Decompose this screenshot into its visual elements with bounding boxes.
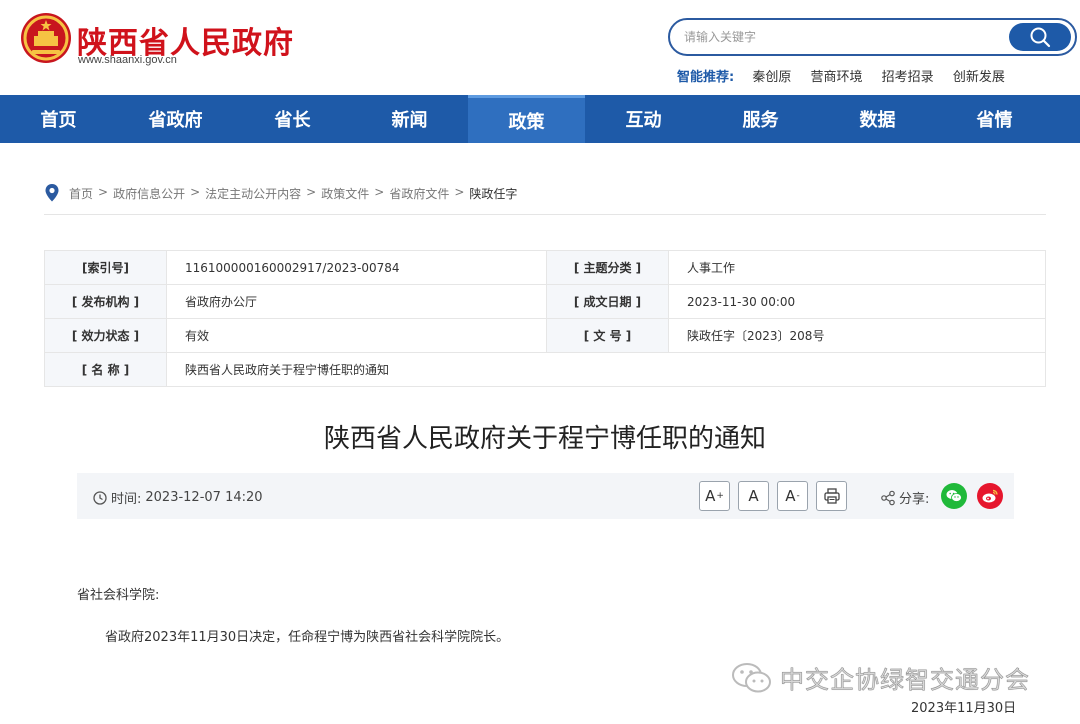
print-button[interactable] — [816, 481, 847, 511]
status-value: 有效 — [166, 318, 547, 353]
docno-label: [ 文 号 ] — [546, 318, 669, 353]
site-logo[interactable]: 陕西省人民政府 www.shaanxi.gov.cn — [20, 12, 320, 72]
breadcrumb-gov-docs[interactable]: 省政府文件 — [389, 185, 449, 202]
topic-label: [ 主题分类 ] — [546, 250, 669, 285]
docno-value: 陕政任字〔2023〕208号 — [668, 318, 1046, 353]
font-larger-button[interactable]: A + — [699, 481, 730, 511]
recommend-link-business-environment[interactable]: 营商环境 — [811, 70, 863, 85]
breadcrumb-separator: > — [306, 185, 317, 199]
publisher-value: 省政府办公厅 — [166, 284, 547, 319]
nav-provincial-government[interactable]: 省政府 — [117, 95, 234, 143]
share-wechat-button[interactable] — [941, 483, 967, 509]
nav-province-info[interactable]: 省情 — [936, 95, 1053, 143]
font-smaller-button[interactable]: A- — [777, 481, 808, 511]
nav-policy[interactable]: 政策 — [468, 95, 585, 143]
breadcrumb: 首页 > 政府信息公开 > 法定主动公开内容 > 政策文件 > 省政府文件 > … — [44, 184, 1046, 215]
main-nav: 首页 省政府 省长 新闻 政策 互动 服务 数据 省情 — [0, 95, 1080, 143]
smart-recommend: 智能推荐: 秦创原 营商环境 招考招录 创新发展 — [677, 66, 1020, 85]
topic-value: 人事工作 — [668, 250, 1046, 285]
index-label: [索引号] — [44, 250, 167, 285]
search-input[interactable] — [684, 27, 1004, 47]
article-body: 省政府2023年11月30日决定，任命程宁博为陕西省社会科学院院长。 — [105, 630, 510, 645]
breadcrumb-public-content[interactable]: 法定主动公开内容 — [205, 185, 301, 202]
share-area: 分享: — [880, 488, 929, 507]
table-row: [索引号] 116100000160002917/2023-00784 [ 主题… — [44, 250, 1046, 285]
recommend-label: 智能推荐: — [677, 70, 735, 85]
table-row: [ 效力状态 ] 有效 [ 文 号 ] 陕政任字〔2023〕208号 — [44, 318, 1046, 353]
nav-interaction[interactable]: 互动 — [585, 95, 702, 143]
printer-icon — [823, 488, 840, 504]
font-larger-mark: + — [716, 491, 724, 501]
breadcrumb-separator: > — [454, 185, 465, 199]
national-emblem-icon — [21, 13, 71, 63]
share-weibo-button[interactable] — [977, 483, 1003, 509]
nav-services[interactable]: 服务 — [702, 95, 819, 143]
nav-data[interactable]: 数据 — [819, 95, 936, 143]
publisher-label: [ 发布机构 ] — [44, 284, 167, 319]
article-salutation: 省社会科学院: — [77, 588, 160, 603]
breadcrumb-separator: > — [190, 185, 201, 199]
search-button[interactable] — [1009, 23, 1071, 51]
date-label: [ 成文日期 ] — [546, 284, 669, 319]
wechat-icon — [946, 490, 962, 502]
search-icon — [1030, 27, 1051, 48]
search-box — [668, 18, 1077, 56]
breadcrumb-home[interactable]: 首页 — [69, 185, 93, 202]
font-normal-button[interactable]: A — [738, 481, 769, 511]
time-label: 时间: — [111, 492, 142, 507]
font-larger-label: A — [705, 487, 716, 505]
article-toolbar: 时间: 2023-12-07 14:20 A + A A- 分享: — [77, 473, 1014, 519]
table-row: [ 发布机构 ] 省政府办公厅 [ 成文日期 ] 2023-11-30 00:0… — [44, 284, 1046, 319]
site-header: 陕西省人民政府 www.shaanxi.gov.cn 智能推荐: 秦创原 营商环… — [0, 0, 1080, 95]
date-value: 2023-11-30 00:00 — [668, 284, 1046, 319]
breadcrumb-gov-info[interactable]: 政府信息公开 — [113, 185, 185, 202]
breadcrumb-current[interactable]: 陕政任字 — [469, 185, 517, 202]
recommend-link-recruitment[interactable]: 招考招录 — [882, 70, 934, 85]
index-value: 116100000160002917/2023-00784 — [166, 250, 547, 285]
wechat-official-account-icon — [732, 662, 771, 692]
name-label: [ 名 称 ] — [44, 352, 167, 387]
location-pin-icon — [45, 184, 59, 202]
article-title: 陕西省人民政府关于程宁博任职的通知 — [323, 424, 766, 454]
font-smaller-mark: - — [796, 491, 800, 501]
breadcrumb-policy-docs[interactable]: 政策文件 — [321, 185, 369, 202]
font-normal-label: A — [748, 487, 759, 505]
recommend-link-qinchuangyuan[interactable]: 秦创原 — [752, 70, 791, 85]
nav-news[interactable]: 新闻 — [351, 95, 468, 143]
watermark: 中交企协绿智交通分会 — [730, 660, 1030, 695]
weibo-icon — [982, 489, 998, 503]
nav-home[interactable]: 首页 — [0, 95, 117, 143]
page: 陕西省人民政府 www.shaanxi.gov.cn 智能推荐: 秦创原 营商环… — [0, 0, 1080, 724]
status-label: [ 效力状态 ] — [44, 318, 167, 353]
share-icon — [881, 490, 895, 505]
nav-governor[interactable]: 省长 — [234, 95, 351, 143]
clock-icon — [93, 490, 107, 505]
name-value: 陕西省人民政府关于程宁博任职的通知 — [166, 352, 1046, 387]
breadcrumb-separator: > — [98, 185, 109, 199]
share-label: 分享: — [899, 492, 930, 507]
table-row: [ 名 称 ] 陕西省人民政府关于程宁博任职的通知 — [44, 352, 1046, 387]
recommend-link-innovation[interactable]: 创新发展 — [953, 70, 1005, 85]
time-value: 2023-12-07 14:20 — [145, 490, 263, 505]
publish-time: 时间: 2023-12-07 14:20 — [93, 488, 263, 507]
site-url: www.shaanxi.gov.cn — [78, 54, 177, 66]
font-smaller-label: A — [785, 487, 796, 505]
watermark-text: 中交企协绿智交通分会 — [780, 666, 1030, 695]
document-info-table: [索引号] 116100000160002917/2023-00784 [ 主题… — [44, 250, 1046, 387]
article-sign-date: 2023年11月30日 — [911, 701, 1017, 716]
breadcrumb-separator: > — [374, 185, 385, 199]
